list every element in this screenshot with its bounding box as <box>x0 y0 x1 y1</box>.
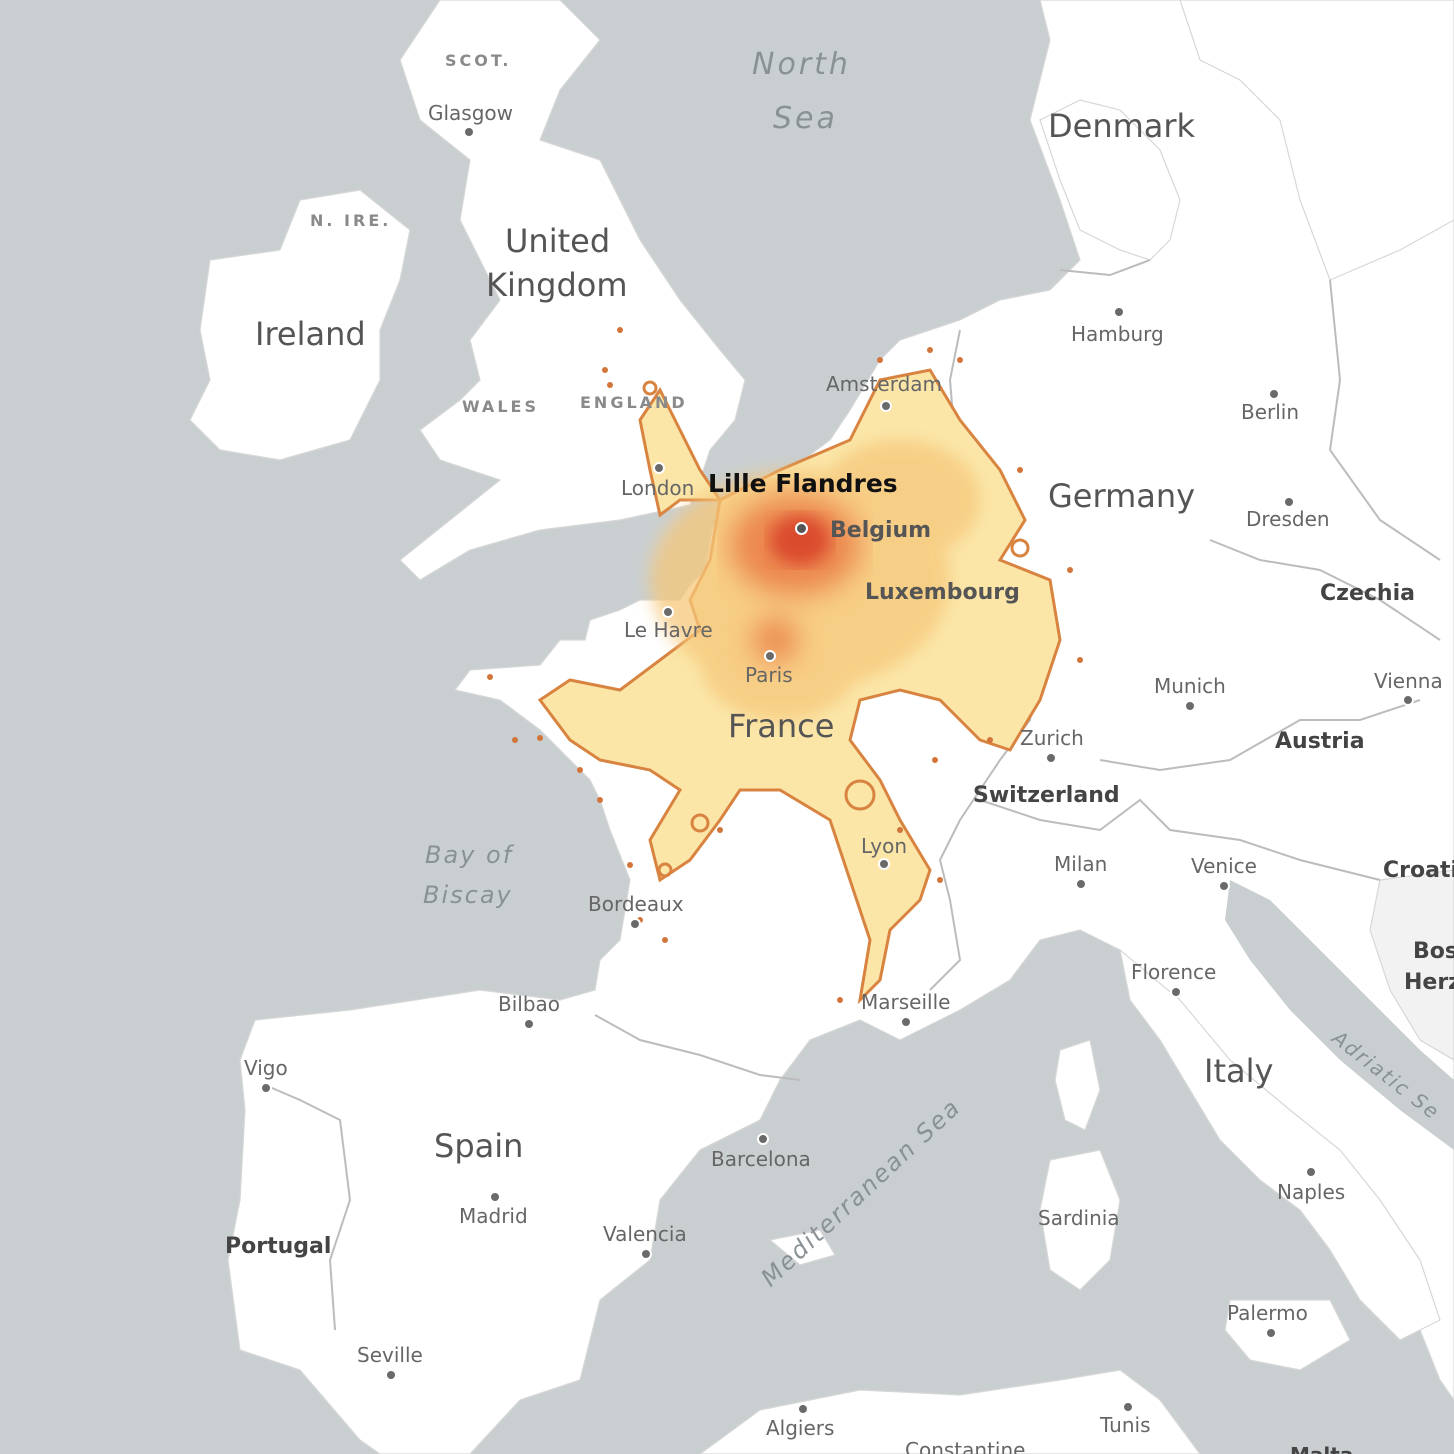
origin-station-label: Lille Flandres <box>708 469 898 498</box>
label-vigo: Vigo <box>244 1056 288 1080</box>
label-london: London <box>621 476 695 500</box>
city-dot-lyon <box>878 858 890 870</box>
city-dot-algiers <box>797 1403 809 1415</box>
origin-station-marker[interactable] <box>795 522 808 535</box>
label-united-kingdom: United <box>505 222 611 260</box>
label-bay-of-biscay: Bay of <box>425 841 514 869</box>
label-florence: Florence <box>1131 960 1217 984</box>
label-sardinia: Sardinia <box>1038 1206 1120 1230</box>
label-dresden: Dresden <box>1246 507 1330 531</box>
label-germany: Germany <box>1048 477 1196 515</box>
label-malta: Malta <box>1290 1445 1353 1454</box>
label-north-sea-2: Sea <box>773 101 838 136</box>
label-seville: Seville <box>357 1343 423 1367</box>
city-dot-marseille <box>900 1016 912 1028</box>
city-dot-florence <box>1170 986 1182 998</box>
city-dot-venice <box>1218 880 1230 892</box>
label-ireland: Ireland <box>255 315 366 353</box>
label-united-kingdom-2: Kingdom <box>486 266 628 304</box>
label-vienna: Vienna <box>1374 669 1443 693</box>
label-venice: Venice <box>1191 854 1257 878</box>
city-dot-zurich <box>1045 752 1057 764</box>
city-dot-le-havre <box>662 606 674 618</box>
city-dot-glasgow <box>463 126 475 138</box>
label-berlin: Berlin <box>1241 400 1300 424</box>
label-amsterdam: Amsterdam <box>826 372 943 396</box>
label-bordeaux: Bordeaux <box>588 892 684 916</box>
label-england: ENGLAND <box>580 393 688 412</box>
label-france: France <box>728 707 835 745</box>
label-portugal: Portugal <box>225 1234 332 1259</box>
label-marseille: Marseille <box>861 990 951 1014</box>
label-barcelona: Barcelona <box>711 1147 811 1171</box>
label-belgium: Belgium <box>830 518 932 543</box>
label-valencia: Valencia <box>603 1222 687 1246</box>
city-dot-london <box>653 462 665 474</box>
label-czechia: Czechia <box>1320 581 1415 606</box>
label-munich: Munich <box>1154 674 1226 698</box>
city-dot-bilbao <box>523 1018 535 1030</box>
city-dot-berlin <box>1268 388 1280 400</box>
label-italy: Italy <box>1204 1052 1274 1090</box>
label-lyon: Lyon <box>861 834 908 858</box>
city-dot-valencia <box>640 1248 652 1260</box>
label-n-ire: N. IRE. <box>310 211 392 230</box>
city-dot-seville <box>385 1369 397 1381</box>
label-wales: WALES <box>462 397 539 416</box>
label-north-sea: North <box>752 47 851 82</box>
city-dot-hamburg <box>1113 306 1125 318</box>
label-constantine: Constantine <box>905 1438 1026 1454</box>
city-dot-bordeaux <box>629 918 641 930</box>
label-zurich: Zurich <box>1020 726 1084 750</box>
label-bay-of-biscay-2: Biscay <box>423 881 513 909</box>
label-bosnia-2: Herz <box>1404 970 1454 995</box>
label-naples: Naples <box>1277 1180 1346 1204</box>
label-austria: Austria <box>1275 729 1365 754</box>
label-tunis: Tunis <box>1100 1413 1151 1437</box>
label-bilbao: Bilbao <box>498 992 561 1016</box>
label-denmark: Denmark <box>1048 107 1196 145</box>
city-dot-naples <box>1305 1166 1317 1178</box>
city-dot-dresden <box>1283 496 1295 508</box>
label-luxembourg: Luxembourg <box>865 580 1020 605</box>
city-dot-palermo <box>1265 1327 1277 1339</box>
label-paris: Paris <box>745 663 793 687</box>
label-bosnia: Bos <box>1413 939 1454 964</box>
city-dot-madrid <box>489 1191 501 1203</box>
label-le-havre: Le Havre <box>624 618 713 642</box>
label-madrid: Madrid <box>459 1204 528 1228</box>
city-dot-munich <box>1184 700 1196 712</box>
label-switzerland: Switzerland <box>973 783 1120 808</box>
label-palermo: Palermo <box>1227 1301 1308 1325</box>
label-milan: Milan <box>1054 852 1108 876</box>
city-dot-barcelona <box>757 1133 769 1145</box>
city-dot-milan <box>1075 878 1087 890</box>
label-croatia: Croatia <box>1383 858 1454 883</box>
label-glasgow: Glasgow <box>428 101 514 125</box>
label-spain: Spain <box>434 1127 524 1165</box>
city-dot-vienna <box>1402 694 1414 706</box>
basemap <box>0 0 1454 1454</box>
label-algiers: Algiers <box>766 1416 835 1440</box>
city-dot-paris <box>764 650 776 662</box>
map-canvas[interactable]: Ireland United Kingdom Denmark Germany B… <box>0 0 1454 1454</box>
label-scot: SCOT. <box>445 51 512 70</box>
city-dot-amsterdam <box>880 400 892 412</box>
label-hamburg: Hamburg <box>1071 322 1164 346</box>
city-dot-vigo <box>260 1082 272 1094</box>
city-dot-tunis <box>1122 1401 1134 1413</box>
